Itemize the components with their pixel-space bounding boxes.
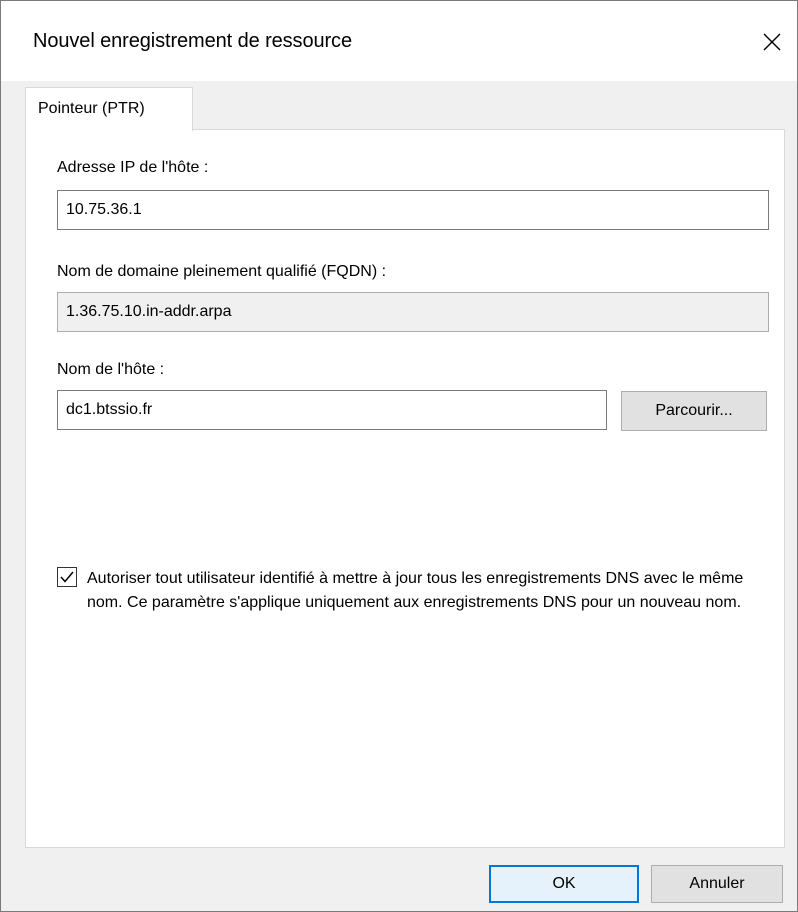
allow-update-text[interactable]: Autoriser tout utilisateur identifié à m… [87, 567, 767, 615]
browse-button[interactable]: Parcourir... [621, 391, 767, 431]
host-name-input[interactable] [57, 390, 607, 430]
allow-update-checkbox[interactable] [57, 567, 77, 587]
cancel-button[interactable]: Annuler [651, 865, 783, 903]
fqdn-field: 1.36.75.10.in-addr.arpa [57, 292, 769, 332]
checkmark-icon [60, 571, 74, 583]
dialog-window: Nouvel enregistrement de ressource Point… [0, 0, 798, 912]
title-bar: Nouvel enregistrement de ressource [1, 1, 797, 81]
host-name-label: Nom de l'hôte : [57, 361, 165, 378]
tab-label: Pointeur (PTR) [38, 100, 145, 117]
fqdn-value: 1.36.75.10.in-addr.arpa [66, 303, 232, 320]
tab-panel [25, 129, 785, 848]
browse-button-label: Parcourir... [655, 402, 733, 419]
cancel-button-label: Annuler [689, 875, 745, 892]
close-button[interactable] [753, 19, 791, 65]
close-icon [763, 33, 781, 51]
ip-address-input[interactable] [57, 190, 769, 230]
ip-address-label: Adresse IP de l'hôte : [57, 159, 209, 176]
fqdn-label: Nom de domaine pleinement qualifié (FQDN… [57, 263, 387, 280]
ok-button[interactable]: OK [489, 865, 639, 903]
ok-button-label: OK [552, 875, 576, 892]
tab-pointer-ptr[interactable]: Pointeur (PTR) [25, 87, 193, 131]
dialog-title: Nouvel enregistrement de ressource [33, 30, 352, 52]
